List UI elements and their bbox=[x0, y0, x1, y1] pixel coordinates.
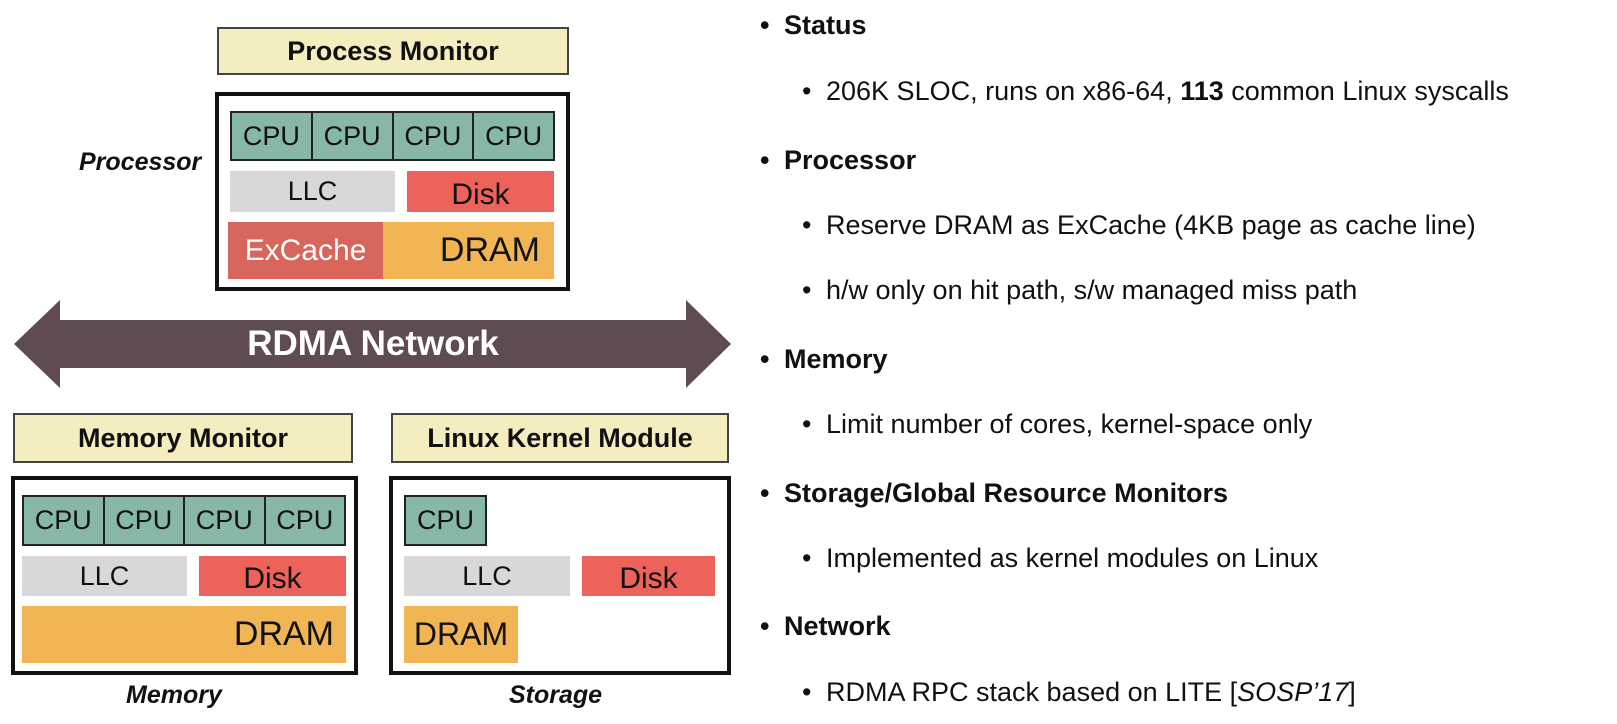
bullet-dot-icon: • bbox=[760, 10, 770, 40]
bullet-heading-text: Network bbox=[784, 611, 891, 641]
bullet-dot-icon: • bbox=[760, 611, 770, 641]
bullet-dot-icon: • bbox=[760, 478, 770, 508]
bullet-dot-icon: • bbox=[802, 76, 812, 106]
rdma-network-label: RDMA Network bbox=[247, 324, 499, 363]
process-monitor-excache: ExCache bbox=[228, 222, 383, 279]
bullet-dot-icon: • bbox=[802, 409, 812, 439]
kernel-module-title: Linux Kernel Module bbox=[391, 413, 729, 463]
process-monitor-cpu-row: CPU CPU CPU CPU bbox=[230, 111, 555, 161]
cpu-block: CPU bbox=[232, 113, 313, 159]
memory-monitor-disk: Disk bbox=[199, 556, 346, 596]
cpu-block: CPU bbox=[474, 113, 553, 159]
bullet-heading: • Network bbox=[760, 610, 891, 642]
process-monitor-disk: Disk bbox=[407, 171, 554, 212]
process-monitor-llc: LLC bbox=[230, 171, 395, 212]
bullet-heading-text: Memory bbox=[784, 344, 888, 374]
bullet-heading: • Memory bbox=[760, 343, 888, 375]
bullet-dot-icon: • bbox=[760, 145, 770, 175]
cpu-block: CPU bbox=[406, 497, 485, 544]
bullet-heading: • Processor bbox=[760, 144, 916, 176]
memory-monitor-title: Memory Monitor bbox=[13, 413, 353, 463]
bullet-item-text: h/w only on hit path, s/w managed miss p… bbox=[826, 275, 1358, 305]
process-monitor-dram: DRAM bbox=[383, 222, 554, 279]
bullet-item-text-end: common Linux syscalls bbox=[1223, 76, 1509, 106]
bullet-item: • Limit number of cores, kernel-space onl… bbox=[802, 408, 1312, 440]
cpu-block: CPU bbox=[185, 497, 266, 544]
storage-label: Storage bbox=[509, 681, 603, 709]
bullet-heading: • Status bbox=[760, 9, 867, 41]
bullet-dot-icon: • bbox=[802, 543, 812, 573]
bullet-item: • h/w only on hit path, s/w managed miss … bbox=[802, 274, 1357, 306]
bullet-item-text: 206K SLOC, runs on x86-64, bbox=[826, 76, 1181, 106]
cpu-block: CPU bbox=[104, 497, 185, 544]
bullet-item: • 206K SLOC, runs on x86-64, 113 common L… bbox=[802, 75, 1509, 107]
memory-monitor-title-text: Memory Monitor bbox=[77, 422, 288, 453]
memory-monitor-cpu-row: CPU CPU CPU CPU bbox=[22, 495, 346, 546]
bullet-item-text: Implemented as kernel modules on Linux bbox=[826, 543, 1319, 573]
kernel-module-title-text: Linux Kernel Module bbox=[427, 422, 693, 453]
bullet-item-bold: 113 bbox=[1180, 76, 1224, 106]
bullet-item-text-end: ] bbox=[1348, 677, 1356, 707]
bullet-item-italic: SOSP’17 bbox=[1237, 677, 1349, 707]
kernel-module-dram: DRAM bbox=[404, 606, 518, 663]
cpu-block: CPU bbox=[312, 113, 394, 159]
process-monitor-title: Process Monitor bbox=[217, 27, 569, 75]
bullet-item-text: Limit number of cores, kernel-space only bbox=[826, 409, 1313, 439]
process-monitor-title-text: Process Monitor bbox=[287, 35, 499, 66]
cpu-block: CPU bbox=[393, 113, 475, 159]
memory-monitor-llc: LLC bbox=[22, 556, 187, 596]
bullet-heading-text: Processor bbox=[784, 145, 917, 175]
memory-label: Memory bbox=[126, 681, 222, 709]
bullet-item: • Reserve DRAM as ExCache (4KB page as ca… bbox=[802, 209, 1476, 241]
kernel-module-llc: LLC bbox=[404, 556, 570, 596]
bullet-item: • Implemented as kernel modules on Linux bbox=[802, 542, 1318, 574]
bullet-heading-text: Status bbox=[784, 10, 867, 40]
bullet-dot-icon: • bbox=[802, 210, 812, 240]
processor-label: Processor bbox=[79, 148, 202, 176]
bullet-heading-text: Storage/Global Resource Monitors bbox=[784, 478, 1229, 508]
memory-monitor-dram: DRAM bbox=[22, 606, 346, 663]
bullet-heading: • Storage/Global Resource Monitors bbox=[760, 477, 1228, 509]
bullet-dot-icon: • bbox=[802, 275, 812, 305]
bullet-item-text: Reserve DRAM as ExCache (4KB page as cac… bbox=[826, 210, 1476, 240]
kernel-module-disk: Disk bbox=[582, 556, 715, 596]
kernel-module-cpu-row: CPU bbox=[404, 495, 487, 546]
bullet-dot-icon: • bbox=[760, 344, 770, 374]
cpu-block: CPU bbox=[24, 497, 105, 544]
bullet-dot-icon: • bbox=[802, 677, 812, 707]
bullet-item: • RDMA RPC stack based on LITE [SOSP’17] bbox=[802, 676, 1356, 708]
cpu-block: CPU bbox=[265, 497, 344, 544]
bullet-item-text: RDMA RPC stack based on LITE [ bbox=[826, 677, 1238, 707]
